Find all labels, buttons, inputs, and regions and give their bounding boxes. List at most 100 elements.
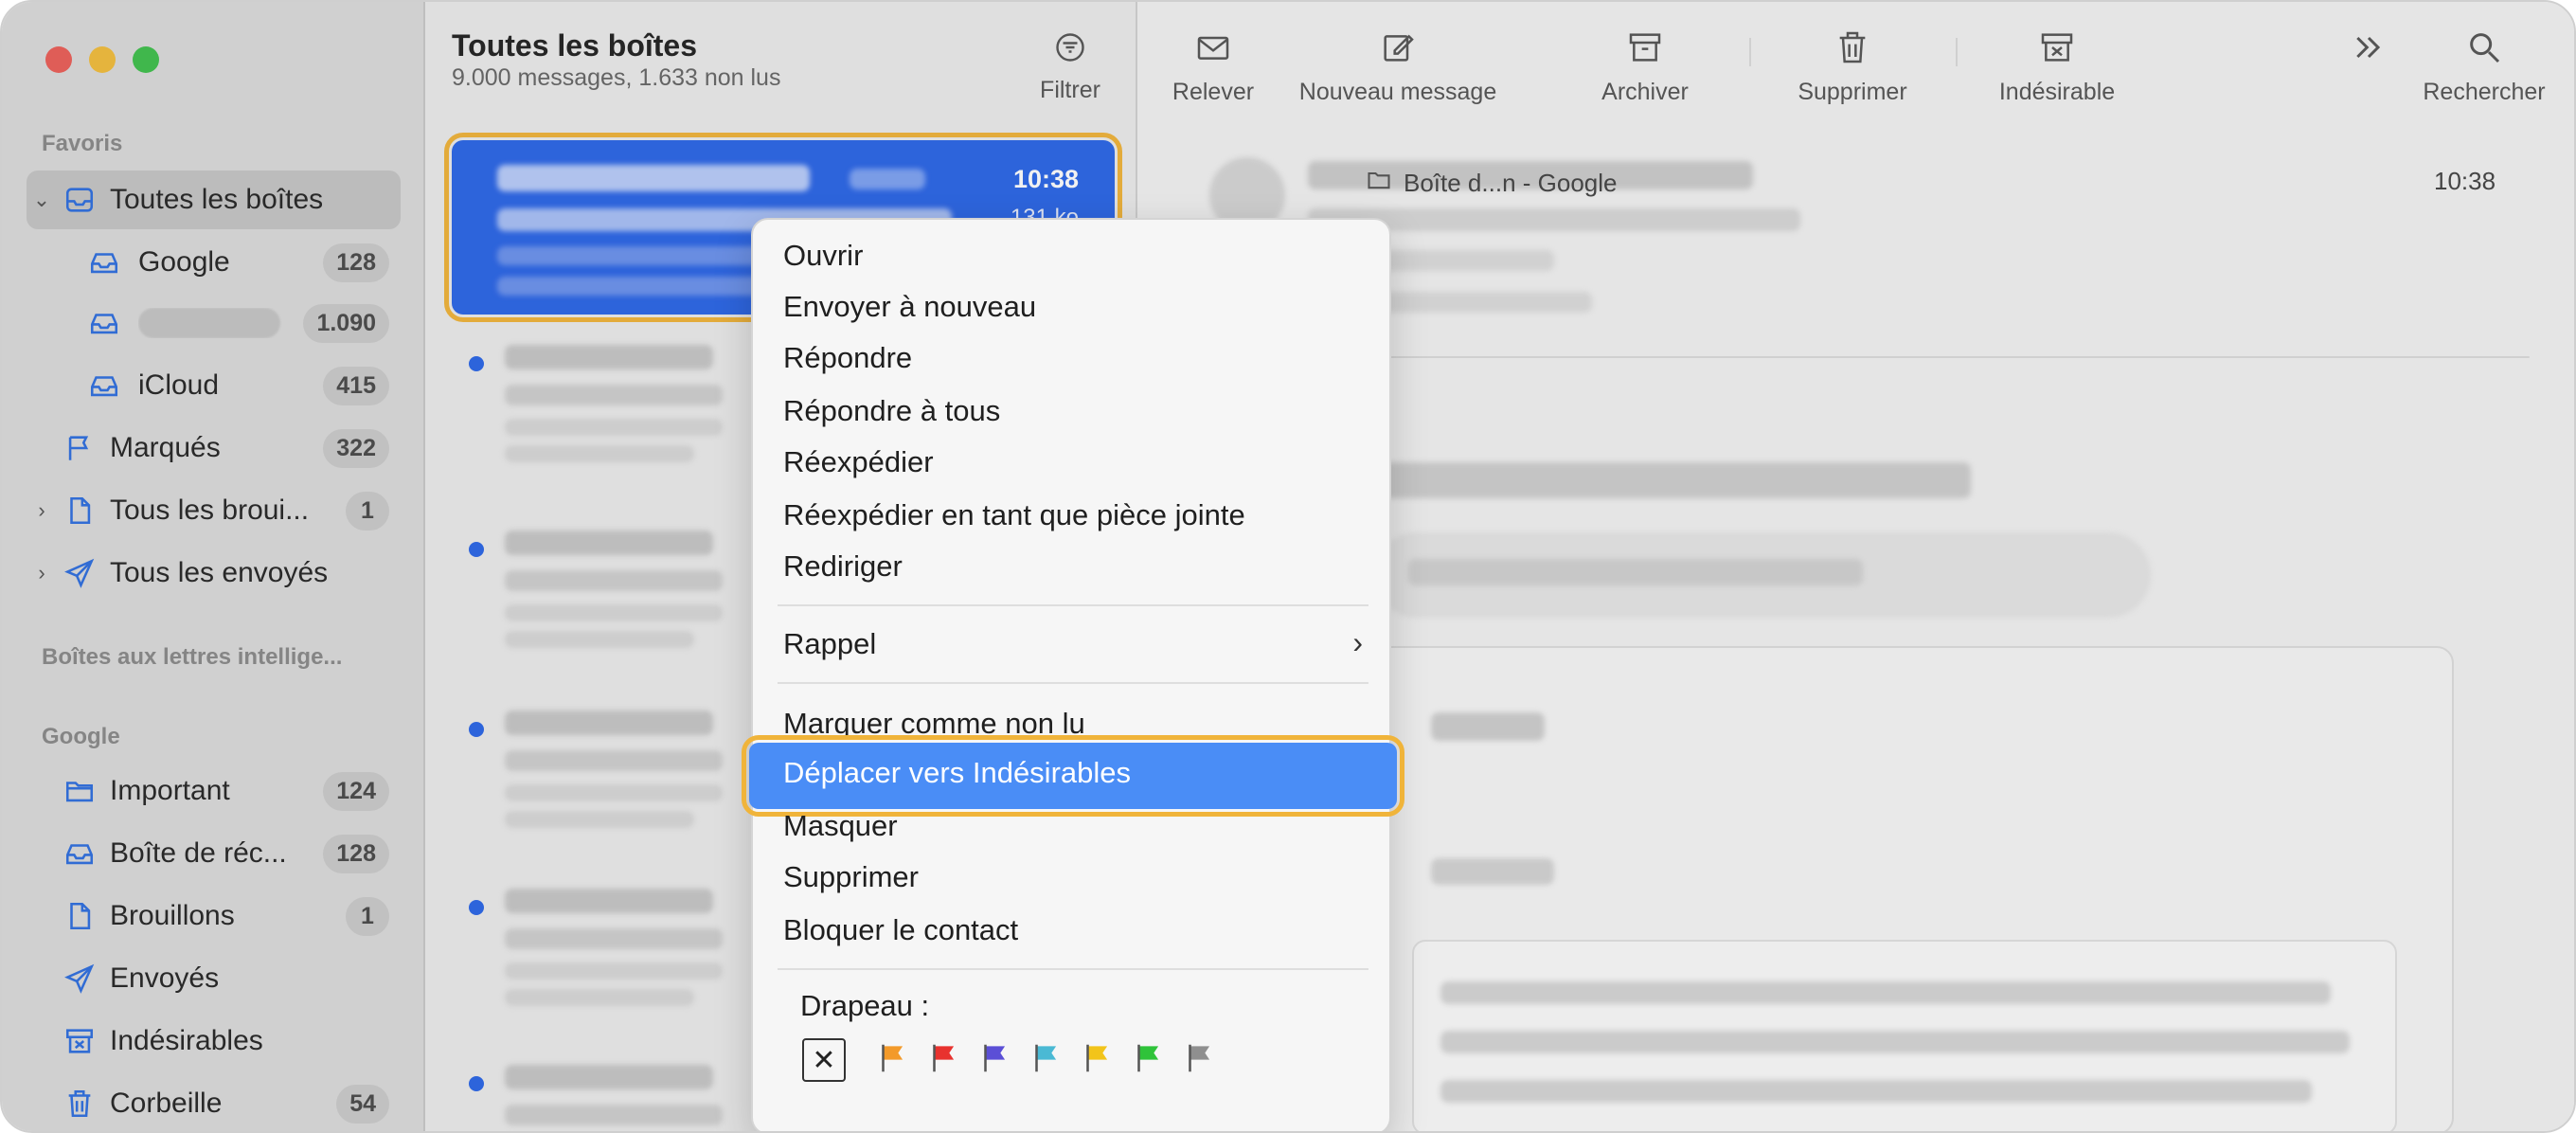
sidebar-item-important[interactable]: Important 124: [27, 762, 401, 820]
sidebar-item-label: Tous les broui...: [110, 495, 310, 526]
filter-button[interactable]: Filtrer: [1028, 30, 1113, 104]
new-message-button[interactable]: Nouveau message: [1289, 28, 1507, 106]
menu-item-mark-unread[interactable]: Marquer comme non lu: [783, 707, 1085, 741]
redacted-account: [850, 169, 925, 189]
google-heading: Google: [42, 724, 120, 749]
sidebar-item-sent[interactable]: Envoyés: [27, 949, 401, 1008]
tray-icon: [83, 369, 125, 402]
menu-item-send-again[interactable]: Envoyer à nouveau: [783, 290, 1036, 324]
junk-button[interactable]: Indésirable: [1986, 28, 2128, 106]
menu-item-block-contact[interactable]: Bloquer le contact: [783, 913, 1018, 947]
compose-icon: [1379, 34, 1417, 70]
redacted-subject: [505, 928, 723, 949]
filter-icon: [1053, 33, 1087, 68]
flag-red-icon[interactable]: [925, 1040, 961, 1081]
menu-item-reply-all[interactable]: Répondre à tous: [783, 394, 1000, 428]
message-time: 10:38: [1012, 165, 1079, 193]
favorites-heading: Favoris: [42, 131, 123, 156]
sidebar-item-all-sent[interactable]: › Tous les envoyés: [27, 544, 401, 602]
unread-count-badge: 415: [323, 366, 389, 405]
minimize-button[interactable]: [89, 46, 116, 73]
sidebar-item-google[interactable]: Google 128: [27, 233, 401, 292]
sidebar-item-label: Indésirables: [110, 1025, 263, 1056]
sidebar-item-icloud[interactable]: iCloud 415: [27, 356, 401, 415]
sidebar-item-trash[interactable]: Corbeille 54: [27, 1074, 401, 1131]
redacted-preview-line: [1440, 1080, 2312, 1103]
redacted-document-title: [1408, 559, 1863, 585]
sidebar-item-all-inboxes[interactable]: ⌄ Toutes les boîtes: [27, 171, 401, 229]
redacted-sender: [505, 889, 713, 913]
list-subtitle: 9.000 messages, 1.633 non lus: [452, 64, 781, 91]
sidebar-item-flagged[interactable]: Marqués 322: [27, 419, 401, 477]
flag-heading: Drapeau :: [800, 989, 930, 1022]
sidebar-item-label: Tous les envoyés: [110, 557, 329, 588]
sidebar-item-label: Brouillons: [110, 900, 235, 931]
unread-count-badge: 128: [323, 834, 389, 873]
envelope-icon: [1194, 36, 1232, 70]
menu-item-mute[interactable]: Masquer: [783, 809, 898, 843]
unread-count-badge: 128: [323, 243, 389, 282]
sidebar-item-redacted-account[interactable]: 1.090: [27, 294, 401, 352]
menu-item-redirect[interactable]: Rediriger: [783, 549, 903, 584]
flag-picker: ✕: [802, 1038, 1217, 1082]
junk-label: Indésirable: [1998, 79, 2116, 105]
redacted-subject: [505, 750, 723, 771]
flag-yellow-icon[interactable]: [1079, 1040, 1115, 1081]
get-mail-label: Relever: [1172, 79, 1255, 105]
menu-item-forward-as-attachment[interactable]: Réexpédier en tant que pièce jointe: [783, 498, 1245, 532]
flag-blue-icon[interactable]: [1028, 1040, 1064, 1081]
menu-item-reply[interactable]: Répondre: [783, 341, 912, 375]
sidebar-item-all-drafts[interactable]: › Tous les broui... 1: [27, 481, 401, 540]
sidebar-item-label: Boîte de réc...: [110, 837, 287, 869]
unread-dot: [469, 542, 484, 557]
menu-item-remind[interactable]: Rappel: [783, 627, 876, 661]
mailbox-indicator: Boîte d...n - Google: [1366, 167, 1617, 200]
chevron-right-icon: ›: [1352, 625, 1363, 659]
send-icon: [59, 557, 100, 589]
sidebar-item-junk[interactable]: Indésirables: [27, 1012, 401, 1070]
chevron-right-icon[interactable]: ›: [30, 498, 53, 523]
archive-label: Archiver: [1601, 79, 1689, 105]
search-button[interactable]: Rechercher: [2408, 28, 2560, 106]
delete-label: Supprimer: [1798, 79, 1907, 105]
sidebar-item-label: iCloud: [138, 369, 220, 401]
redacted-subject: [505, 570, 723, 591]
menu-item-delete[interactable]: Supprimer: [783, 860, 919, 894]
clear-flag-button[interactable]: ✕: [802, 1038, 846, 1082]
delete-button[interactable]: Supprimer: [1781, 28, 1923, 106]
redacted-preview: [505, 989, 694, 1006]
menu-item-open[interactable]: Ouvrir: [783, 239, 863, 273]
chevron-down-icon[interactable]: ⌄: [30, 188, 53, 212]
unread-dot: [469, 722, 484, 737]
filter-label: Filtrer: [1040, 77, 1100, 103]
tray-icon: [83, 246, 125, 279]
chevron-double-right-icon: [2350, 36, 2388, 70]
redacted-subject: [505, 385, 723, 405]
flag-purple-icon[interactable]: [976, 1040, 1012, 1081]
flag-green-icon[interactable]: [1130, 1040, 1166, 1081]
folder-icon: [1366, 167, 1392, 200]
context-menu: Ouvrir Envoyer à nouveau Répondre Répond…: [742, 218, 1404, 1131]
chevron-right-icon[interactable]: ›: [30, 561, 53, 585]
toolbar-divider: [1749, 38, 1751, 66]
get-mail-button[interactable]: Relever: [1166, 28, 1261, 106]
toolbar-divider: [1956, 38, 1958, 66]
flag-gray-icon[interactable]: [1181, 1040, 1217, 1081]
sidebar-item-google-inbox[interactable]: Boîte de réc... 128: [27, 824, 401, 883]
more-toolbar-button[interactable]: [2340, 28, 2397, 71]
redacted-preview: [505, 784, 723, 801]
menu-item-move-to-junk[interactable]: Déplacer vers Indésirables: [742, 735, 1404, 817]
sidebar: Favoris ⌄ Toutes les boîtes Google 128 1…: [2, 2, 425, 1131]
zoom-button[interactable]: [133, 46, 159, 73]
redacted-preview: [505, 962, 723, 980]
sidebar-item-drafts[interactable]: Brouillons 1: [27, 887, 401, 945]
unread-count-badge: 124: [323, 771, 389, 811]
tray-icon: [59, 837, 100, 870]
new-message-label: Nouveau message: [1298, 79, 1497, 105]
menu-item-forward[interactable]: Réexpédier: [783, 445, 934, 479]
flag-orange-icon[interactable]: [874, 1040, 910, 1081]
unread-count-badge: 1.090: [303, 303, 389, 343]
archive-button[interactable]: Archiver: [1588, 28, 1702, 106]
close-button[interactable]: [45, 46, 72, 73]
unread-count-badge: 322: [323, 428, 389, 468]
